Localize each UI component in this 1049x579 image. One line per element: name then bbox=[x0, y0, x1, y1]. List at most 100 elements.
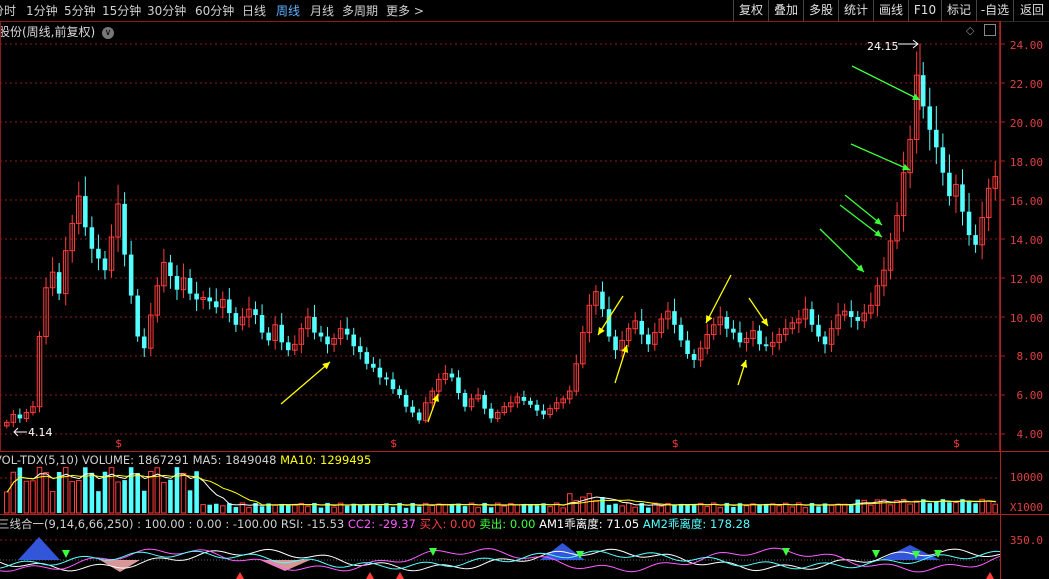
candle-body bbox=[848, 311, 854, 317]
volume-bar bbox=[102, 471, 108, 513]
volume-bar bbox=[161, 481, 167, 514]
candle-body bbox=[168, 262, 173, 277]
candlestick-chart: $ $ $ $ bbox=[0, 21, 1049, 579]
candle-body bbox=[462, 393, 468, 407]
candle-body bbox=[207, 297, 212, 302]
volume-bar bbox=[913, 500, 920, 514]
volume-bar bbox=[619, 505, 625, 514]
candle-body bbox=[122, 203, 127, 255]
volume-bar bbox=[318, 507, 324, 513]
candle-body bbox=[390, 379, 396, 390]
volume-header: VOL-TDX(5,10) VOLUME: 1867291 MA5: 18490… bbox=[0, 453, 371, 467]
volume-bar bbox=[646, 507, 651, 513]
buy-signal-icon bbox=[396, 572, 404, 579]
volume-bar bbox=[868, 504, 874, 514]
candle-body bbox=[920, 75, 926, 107]
volume-bar bbox=[606, 504, 612, 513]
volume-bar bbox=[207, 504, 212, 513]
volume-bar bbox=[180, 472, 187, 514]
volume-bar bbox=[521, 504, 527, 513]
period-marker: $ bbox=[115, 437, 122, 450]
volume-bar bbox=[934, 501, 939, 513]
ma5-value: MA5: 1849048 bbox=[192, 453, 277, 467]
candle-body bbox=[227, 299, 232, 314]
volume-bar bbox=[246, 507, 252, 514]
volume-bar bbox=[30, 480, 36, 514]
volume-bar bbox=[488, 507, 494, 513]
volume-bar bbox=[678, 504, 684, 513]
candle-body bbox=[482, 395, 487, 409]
candle-body bbox=[266, 332, 271, 341]
yellow-arrow-head bbox=[598, 327, 605, 335]
candle-body bbox=[233, 313, 239, 325]
candle-body bbox=[528, 400, 533, 405]
volume-bar bbox=[717, 507, 724, 514]
volume-bar bbox=[613, 503, 618, 513]
volume-bar bbox=[17, 467, 23, 513]
volume-bar bbox=[861, 499, 868, 514]
candle-body bbox=[737, 332, 743, 343]
volume-bar bbox=[429, 504, 436, 514]
candle-body bbox=[253, 309, 258, 316]
green-arrow bbox=[851, 65, 921, 101]
volume-bar bbox=[135, 473, 140, 513]
candle-body bbox=[141, 336, 147, 349]
high-label-arrow bbox=[898, 39, 919, 49]
price-tick: 4.00 bbox=[1016, 428, 1044, 441]
volume-bar bbox=[672, 505, 677, 513]
volume-bar bbox=[704, 505, 710, 514]
candle-body bbox=[344, 328, 350, 335]
volume-bar bbox=[835, 503, 841, 514]
candle-body bbox=[600, 291, 605, 310]
volume-bar bbox=[279, 504, 284, 513]
candle-body bbox=[822, 336, 828, 345]
volume-bar bbox=[586, 493, 593, 514]
candle-body bbox=[646, 334, 651, 345]
sell-signal-icon bbox=[62, 550, 70, 558]
candle-body bbox=[947, 172, 952, 197]
main-frame bbox=[0, 21, 1000, 452]
volume-bar bbox=[187, 490, 193, 513]
candle-body bbox=[456, 377, 461, 394]
volume-bar bbox=[600, 497, 605, 513]
volume-bar bbox=[528, 503, 533, 513]
volume-bar bbox=[985, 500, 992, 514]
volume-bar bbox=[168, 479, 173, 513]
sell-signal-icon bbox=[782, 548, 790, 556]
buy-signal-icon bbox=[366, 572, 374, 579]
volume-bar bbox=[96, 491, 101, 513]
volume-bar bbox=[855, 499, 861, 513]
candle-body bbox=[371, 363, 376, 368]
high-price-label: 24.15 bbox=[867, 40, 899, 53]
am1-value: AM1乖离度: 71.05 bbox=[539, 517, 640, 531]
volume-bar bbox=[947, 502, 952, 513]
candle-body bbox=[89, 227, 95, 249]
volume-bar bbox=[377, 505, 383, 513]
volume-bar bbox=[501, 505, 508, 514]
candle-body bbox=[377, 367, 383, 378]
candle-body bbox=[534, 404, 540, 411]
indicator-name: 三线合一 bbox=[0, 517, 44, 531]
period-marker: $ bbox=[672, 437, 679, 450]
sell-signal-icon bbox=[872, 550, 880, 558]
volume-bar bbox=[841, 503, 848, 514]
candle-body bbox=[17, 414, 23, 419]
indicator-area bbox=[18, 537, 60, 560]
candle-body bbox=[934, 129, 939, 148]
indicator-area bbox=[880, 545, 940, 560]
indicator-tick: 350.0 bbox=[1009, 534, 1043, 547]
volume-bar bbox=[331, 506, 337, 514]
volume-bar bbox=[547, 506, 553, 514]
volume-bar bbox=[776, 505, 782, 514]
rsi-value: RSI: -15.53 bbox=[280, 517, 345, 531]
volume-bar bbox=[462, 506, 468, 513]
volume-bar bbox=[449, 504, 455, 513]
candle-body bbox=[960, 184, 965, 212]
candle-body bbox=[809, 309, 815, 325]
volume-bar bbox=[789, 506, 796, 514]
volume-bar bbox=[802, 507, 809, 514]
volume-bar bbox=[887, 504, 894, 514]
level-1: : 100.00 bbox=[137, 517, 185, 531]
level-3: : -100.00 bbox=[225, 517, 278, 531]
volume-bar bbox=[534, 505, 540, 513]
